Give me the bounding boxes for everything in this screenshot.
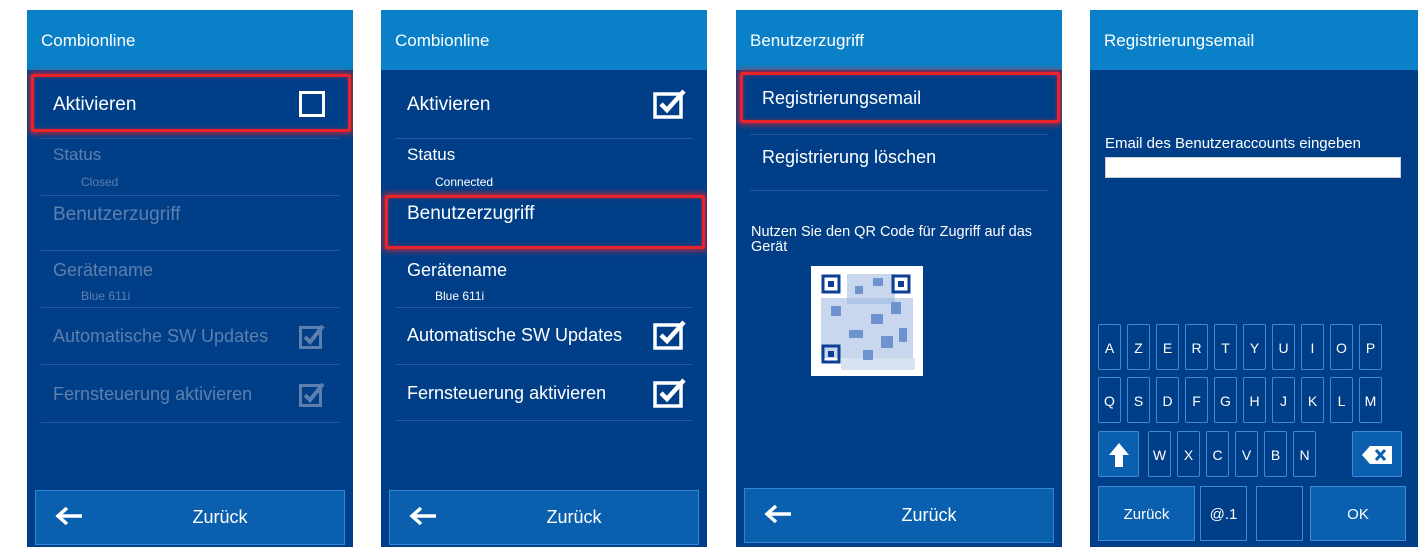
key-r[interactable]: R bbox=[1185, 324, 1208, 370]
divider bbox=[41, 422, 339, 423]
back-label: Zurück bbox=[901, 505, 957, 525]
qr-code bbox=[811, 266, 923, 376]
auto-updates-row[interactable]: Automatische SW Updates bbox=[395, 307, 693, 365]
qr-hint-text: Nutzen Sie den QR Code für Zugriff auf d… bbox=[751, 224, 1033, 255]
key-u[interactable]: U bbox=[1272, 324, 1295, 370]
key-y[interactable]: Y bbox=[1243, 324, 1266, 370]
key-l[interactable]: L bbox=[1330, 377, 1353, 423]
key-a[interactable]: A bbox=[1098, 324, 1121, 370]
geraetename-label: Gerätename bbox=[53, 260, 154, 280]
auto-updates-label: Automatische SW Updates bbox=[53, 326, 269, 346]
key-q[interactable]: Q bbox=[1098, 377, 1121, 423]
key-i[interactable]: I bbox=[1301, 324, 1324, 370]
aktivieren-row[interactable]: Aktivieren bbox=[395, 74, 693, 132]
screen-combionline-active: Combionline Aktivieren Status Connected … bbox=[381, 10, 707, 547]
back-button[interactable]: Zurück bbox=[35, 490, 345, 545]
geraetename-value: Blue 611i bbox=[435, 289, 485, 303]
keyboard-back-button[interactable]: Zurück bbox=[1098, 486, 1195, 541]
back-label: Zurück bbox=[546, 507, 602, 527]
title-bar: Combionline bbox=[27, 10, 353, 70]
status-row: Status Closed bbox=[41, 138, 339, 196]
benutzerzugriff-row: Benutzerzugriff bbox=[41, 195, 339, 253]
fernsteuerung-label: Fernsteuerung aktivieren bbox=[53, 384, 253, 404]
key-d[interactable]: D bbox=[1156, 377, 1179, 423]
auto-updates-row: Automatische SW Updates bbox=[41, 307, 339, 365]
back-button[interactable]: Zurück bbox=[744, 488, 1054, 543]
shift-up-icon bbox=[1108, 443, 1129, 467]
key-s[interactable]: S bbox=[1127, 377, 1150, 423]
key-e[interactable]: E bbox=[1156, 324, 1179, 370]
status-label: Status bbox=[407, 145, 456, 164]
highlight-frame bbox=[740, 72, 1060, 123]
key-k[interactable]: K bbox=[1301, 377, 1324, 423]
screen-combionline-inactive: Combionline Aktivieren Status Closed Ben… bbox=[27, 10, 353, 547]
key-f[interactable]: F bbox=[1185, 377, 1208, 423]
keyboard: A Z E R T Y U I O P Q S D F G H J K L M … bbox=[1090, 10, 1418, 547]
status-value: Connected bbox=[435, 175, 494, 189]
highlight-frame bbox=[385, 195, 705, 249]
fernsteuerung-row[interactable]: Fernsteuerung aktivieren bbox=[395, 364, 693, 422]
title-bar: Benutzerzugriff bbox=[736, 10, 1062, 70]
fernsteuerung-label: Fernsteuerung aktivieren bbox=[407, 383, 607, 403]
fernsteuerung-checkbox bbox=[299, 382, 325, 407]
fernsteuerung-checkbox[interactable] bbox=[653, 378, 687, 408]
key-g[interactable]: G bbox=[1214, 377, 1237, 423]
screen-benutzerzugriff: Benutzerzugriff Registrierungsemail Regi… bbox=[736, 10, 1062, 547]
key-t[interactable]: T bbox=[1214, 324, 1237, 370]
back-button[interactable]: Zurück bbox=[389, 490, 699, 545]
auto-updates-checkbox[interactable] bbox=[653, 320, 687, 350]
aktivieren-checkbox[interactable] bbox=[653, 89, 687, 119]
space-key[interactable] bbox=[1256, 486, 1303, 541]
geraetename-value: Blue 611i bbox=[81, 289, 131, 303]
highlight-frame bbox=[31, 74, 351, 132]
key-h[interactable]: H bbox=[1243, 377, 1266, 423]
registrierung-loeschen-row[interactable]: Registrierung löschen bbox=[750, 134, 1048, 192]
benutzerzugriff-label: Benutzerzugriff bbox=[53, 204, 181, 225]
key-m[interactable]: M bbox=[1359, 377, 1382, 423]
status-label: Status bbox=[53, 145, 102, 164]
screen-registrierungsemail: Registrierungsemail Email des Benutzerac… bbox=[1090, 10, 1418, 547]
key-p[interactable]: P bbox=[1359, 324, 1382, 370]
auto-updates-checkbox bbox=[299, 324, 325, 349]
key-w[interactable]: W bbox=[1148, 431, 1171, 477]
symbols-key[interactable]: @.1 bbox=[1200, 486, 1247, 541]
aktivieren-label: Aktivieren bbox=[407, 94, 491, 115]
status-value: Closed bbox=[81, 175, 119, 189]
back-label: Zurück bbox=[192, 507, 248, 527]
fernsteuerung-row: Fernsteuerung aktivieren bbox=[41, 364, 339, 422]
qr-code-icon bbox=[821, 274, 915, 370]
key-o[interactable]: O bbox=[1330, 324, 1353, 370]
key-x[interactable]: X bbox=[1177, 431, 1200, 477]
key-b[interactable]: B bbox=[1264, 431, 1287, 477]
key-n[interactable]: N bbox=[1293, 431, 1316, 477]
geraetename-row: Gerätename Blue 611i bbox=[395, 250, 693, 308]
status-row: Status Connected bbox=[395, 138, 693, 196]
key-v[interactable]: V bbox=[1235, 431, 1258, 477]
geraetename-label: Gerätename bbox=[407, 260, 508, 280]
key-j[interactable]: J bbox=[1272, 377, 1295, 423]
divider bbox=[395, 420, 693, 421]
divider bbox=[750, 190, 1048, 191]
title-bar: Combionline bbox=[381, 10, 707, 70]
shift-key[interactable] bbox=[1098, 431, 1139, 477]
registrierung-loeschen-label: Registrierung löschen bbox=[762, 147, 937, 167]
key-z[interactable]: Z bbox=[1127, 324, 1150, 370]
auto-updates-label: Automatische SW Updates bbox=[407, 325, 623, 345]
key-c[interactable]: C bbox=[1206, 431, 1229, 477]
backspace-key[interactable] bbox=[1352, 431, 1402, 477]
ok-button[interactable]: OK bbox=[1310, 486, 1406, 541]
backspace-icon bbox=[1362, 446, 1392, 464]
geraetename-row: Gerätename Blue 611i bbox=[41, 250, 339, 308]
